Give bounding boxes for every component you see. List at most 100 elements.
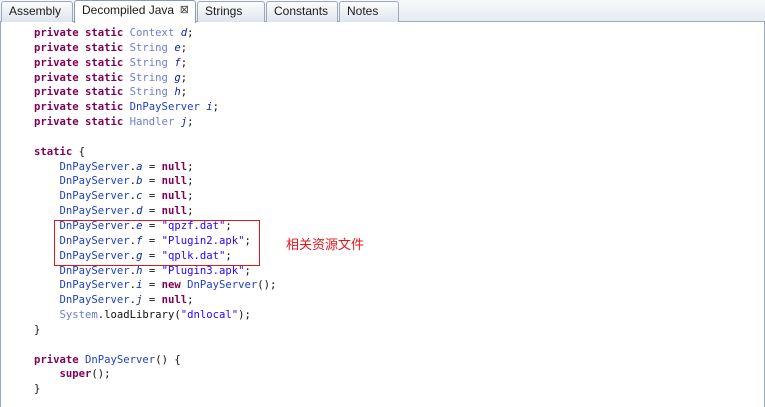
code-token: private static [34,71,130,84]
code-token: ; [244,264,251,277]
code-view[interactable]: private static Context d; private static … [1,26,764,397]
code-token: g [167,71,181,84]
code-token: private static [34,56,130,69]
code-token: String [129,71,168,84]
code-line: static { [1,145,764,160]
code-token: f [167,56,181,69]
code-line: private static Handler j; [1,115,764,130]
code-token: DnPayServer [34,190,130,203]
code-token: DnPayServer [34,294,130,307]
code-line: private static Context d; [1,26,764,41]
code-token: ; [180,71,188,84]
code-token: private static [34,41,130,54]
tab-assembly-label: Assembly [9,4,62,18]
code-token: ; [187,294,194,307]
code-token: ); [238,309,251,322]
code-line: private static DnPayServer i; [1,100,764,115]
tab-constants[interactable]: Constants [266,1,338,22]
code-token: d [174,27,188,39]
code-token: DnPayServer [34,175,130,188]
code-line: DnPayServer.a = null; [1,160,764,175]
code-token: } [34,323,41,336]
code-token: null [161,160,188,173]
code-token: DnPayServer [34,160,130,173]
code-token: = [142,190,162,203]
code-token: ; [187,205,194,218]
code-token: (); [91,368,111,381]
code-token: "Plugin3.apk" [161,264,245,277]
code-token: null [161,190,188,203]
code-token: ; [180,86,188,99]
code-token: ; [180,56,188,69]
code-token: ; [187,27,194,39]
resource-files-annotation: 相关资源文件 [286,238,365,253]
code-token: { [72,145,86,158]
code-token: static [34,145,73,158]
code-line: private DnPayServer() { [1,353,764,368]
code-token: Context [129,27,175,39]
code-token: ; [187,160,194,173]
code-line: DnPayServer.d = null; [1,204,764,219]
code-token: .loadLibrary( [97,309,181,322]
code-token: j [174,116,188,129]
code-line: DnPayServer.b = null; [1,174,764,189]
code-token: e [167,41,181,54]
tab-constants-label: Constants [274,4,329,18]
code-token: h [167,86,181,99]
code-token: = [142,264,162,277]
code-token: ; [187,175,194,188]
code-line: private static String h; [1,85,764,100]
code-token: String [129,41,168,54]
code-line: private static String g; [1,71,764,86]
close-tab-icon[interactable]: ⊠ [180,1,189,20]
code-token: ; [180,41,188,54]
code-token: private static [34,116,130,129]
decompiler-window: Assembly Decompiled Java ⊠ Strings Const… [0,0,765,407]
code-token: i [199,101,213,114]
code-token: "dnlocal" [180,309,239,322]
code-token: = [142,294,162,307]
code-token: private static [34,86,130,99]
code-token: = [142,175,162,188]
tab-strings-label: Strings [205,4,243,18]
code-token: ; [187,190,194,203]
tab-bar: Assembly Decompiled Java ⊠ Strings Const… [0,0,765,23]
tab-decompiled-java[interactable]: Decompiled Java ⊠ [74,0,196,23]
code-token: String [129,86,168,99]
code-token: null [161,175,188,188]
code-token: DnPayServer [85,353,156,366]
code-line: private static String f; [1,56,764,71]
code-line: } [1,323,764,338]
code-token: new [161,279,188,292]
code-token: ; [187,116,194,129]
code-line: DnPayServer.c = null; [1,189,764,204]
code-token: System [34,309,98,322]
code-line: private static String e; [1,41,764,56]
code-token: DnPayServer [34,279,130,292]
code-line: DnPayServer.i = new DnPayServer(); [1,278,764,293]
code-token: String [129,56,168,69]
code-token: } [34,383,41,396]
code-line: DnPayServer.j = null; [1,293,764,308]
code-token: super [34,368,92,381]
code-token: DnPayServer [129,101,200,114]
code-token: ; [212,101,219,114]
tab-strings[interactable]: Strings [197,1,265,22]
resource-files-highlight-box [54,220,260,266]
code-token: (); [257,279,277,292]
code-token: DnPayServer [34,264,130,277]
code-token: = [142,205,162,218]
code-line: super(); [1,367,764,382]
tab-notes[interactable]: Notes [339,1,399,22]
code-token: private [34,353,86,366]
code-token: DnPayServer [34,205,130,218]
code-token: DnPayServer [187,279,258,292]
code-token: private static [34,27,130,39]
tab-assembly[interactable]: Assembly [1,1,73,22]
code-line: System.loadLibrary("dnlocal"); [1,308,764,323]
code-editor[interactable]: private static Context d; private static … [0,22,765,407]
code-token: null [161,294,188,307]
code-line: } [1,382,764,397]
